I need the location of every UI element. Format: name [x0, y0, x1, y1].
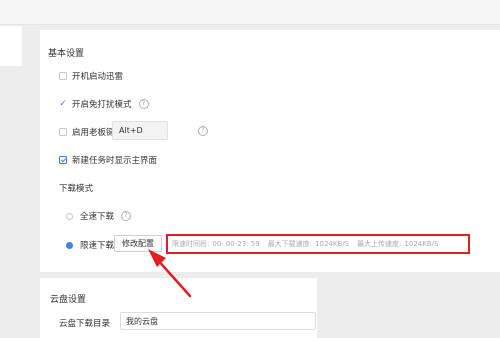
cloud-dir-input[interactable]: 我的云盘 [120, 312, 316, 330]
red-arrow-icon [148, 249, 192, 298]
cloud-dir-label: 云盘下载目录 [59, 319, 111, 329]
section-title-cloud: 云盘设置 [50, 295, 87, 305]
